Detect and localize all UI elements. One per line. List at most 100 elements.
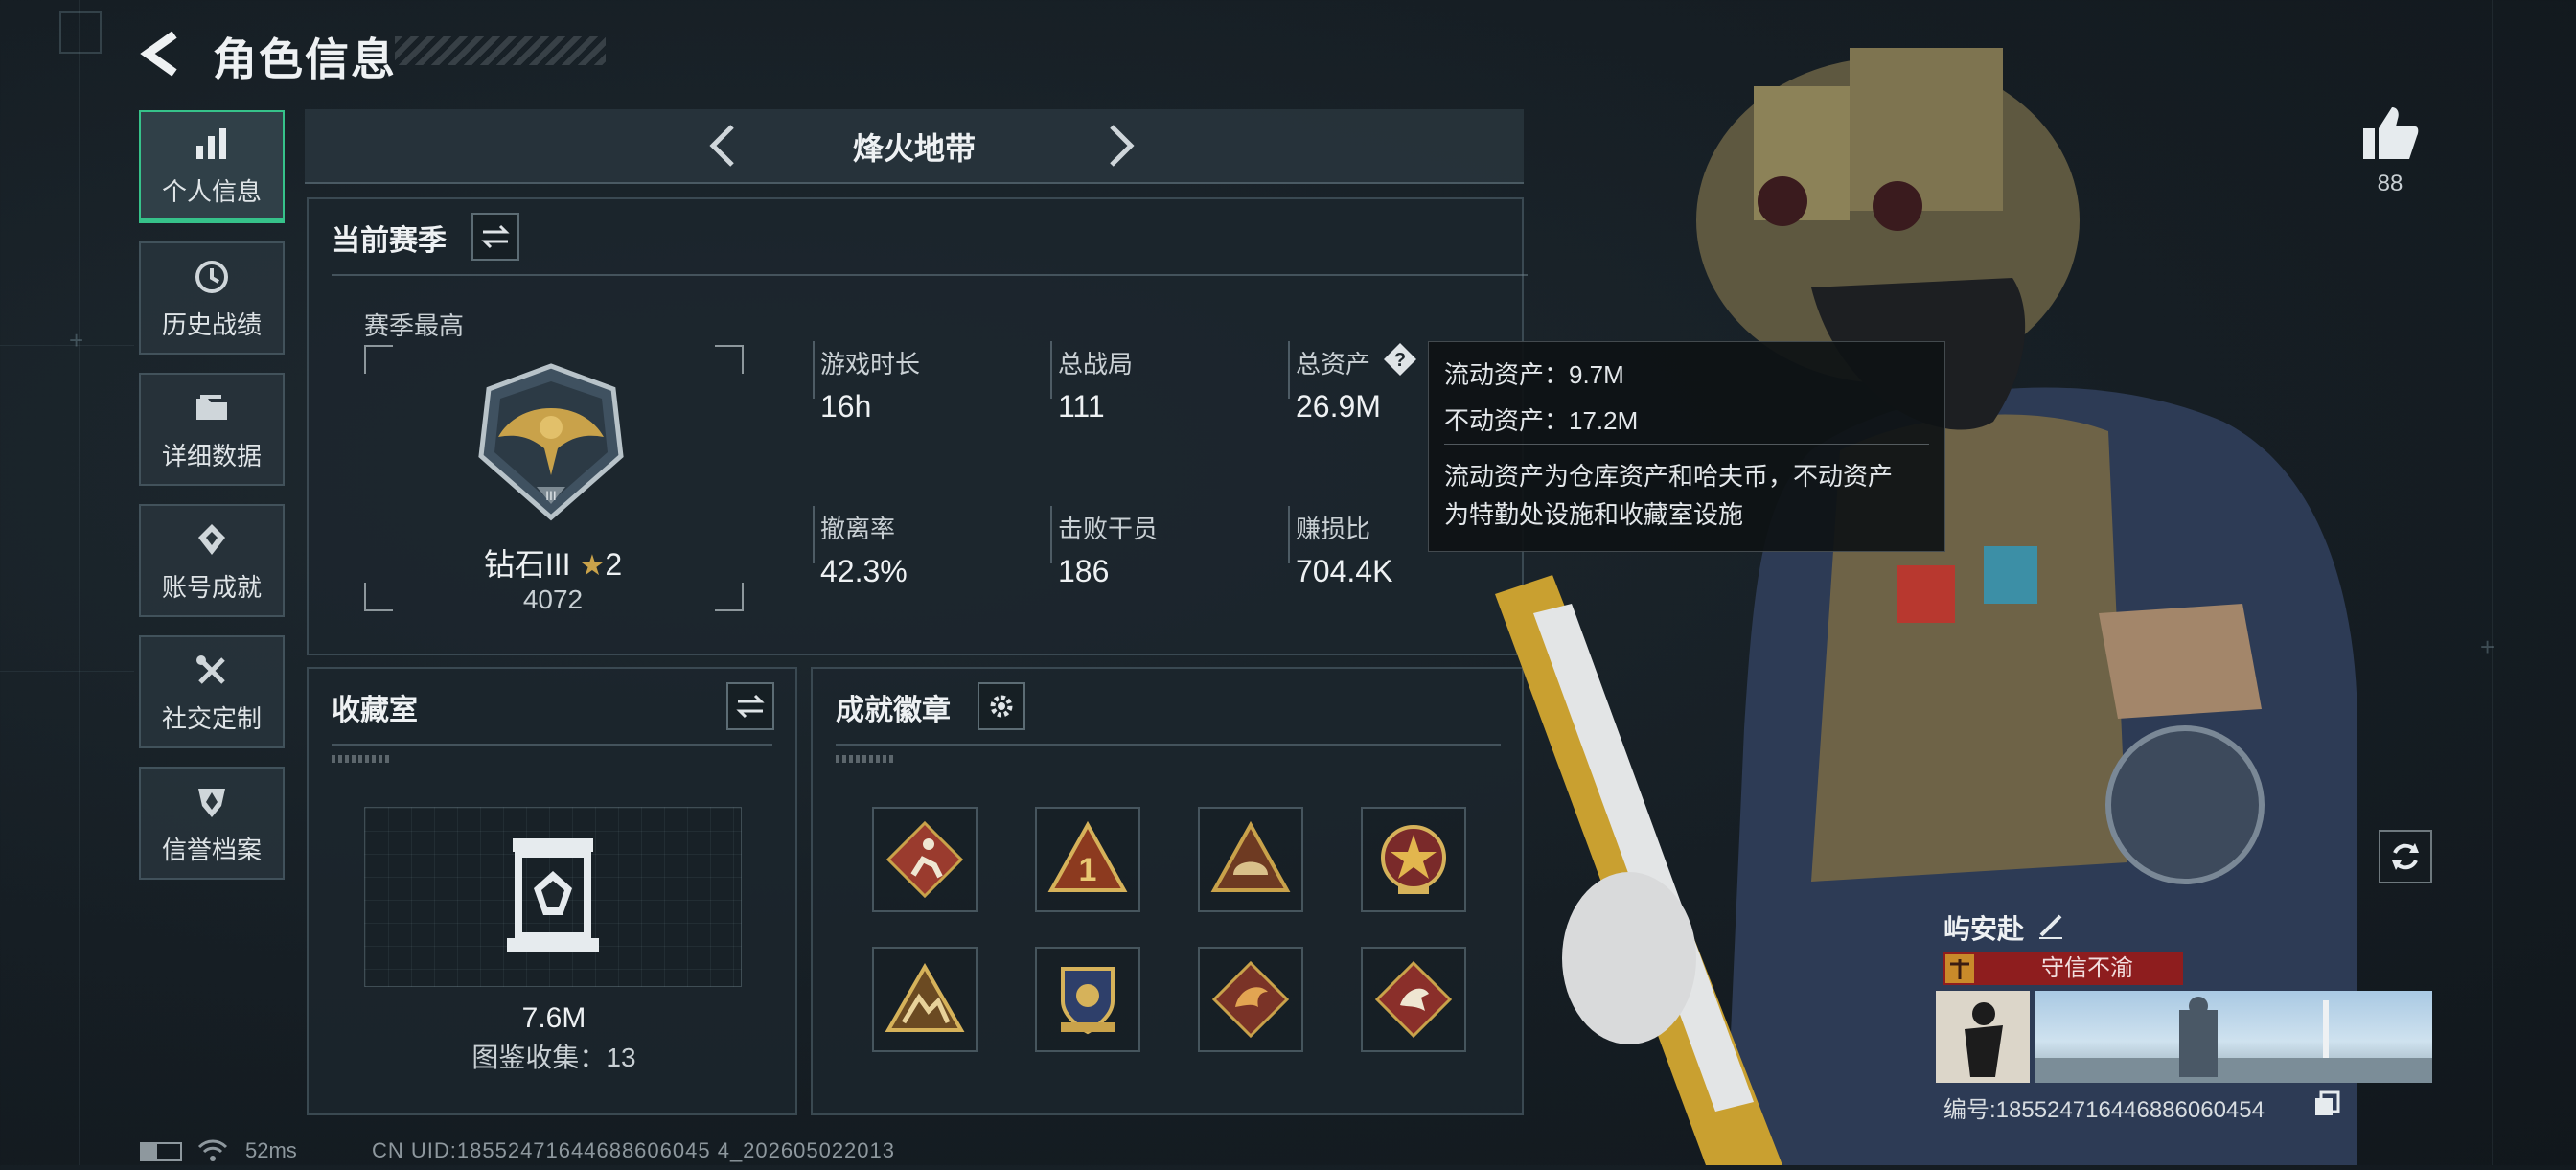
display-case-icon	[507, 838, 599, 952]
chevron-right-icon	[1110, 125, 1135, 167]
sidebar-item-label: 个人信息	[161, 177, 262, 206]
stat-separator	[813, 341, 815, 399]
badge-slot[interactable]: 1	[1035, 807, 1140, 912]
stat-value: 16h	[820, 389, 872, 424]
wifi-icon	[197, 1138, 228, 1163]
swap-arrows-icon	[736, 694, 765, 719]
like-button[interactable]	[2359, 103, 2421, 165]
collection-value: 7.6M	[521, 1002, 586, 1034]
bg-grid-line	[2492, 0, 2493, 1165]
badge-slot[interactable]	[1198, 807, 1303, 912]
sidebar-item-social[interactable]: 社交定制	[139, 635, 285, 748]
bg-corner-square	[59, 11, 102, 54]
season-switch-button[interactable]	[472, 213, 519, 261]
player-id: 编号:1855247164468860604​54	[1944, 1090, 2265, 1124]
sidebar-item-history[interactable]: 历史战绩	[139, 241, 285, 355]
season-title: 当前赛季	[332, 225, 447, 257]
collection-switch-button[interactable]	[726, 682, 774, 730]
runner-badge-icon	[886, 820, 964, 899]
player-portrait[interactable]	[1936, 991, 2030, 1083]
svg-text:III: III	[545, 488, 557, 503]
collection-panel[interactable]: 收藏室 7.6M 图鉴收集：13	[307, 667, 797, 1115]
stat-value: 186	[1058, 554, 1110, 588]
badges-panel: 成就徽章 1	[811, 667, 1524, 1115]
badges-settings-button[interactable]	[978, 682, 1025, 730]
sidebar-item-label: 账号成就	[161, 572, 262, 602]
bg-grid-line	[0, 671, 134, 672]
shield-emblem-icon	[191, 781, 233, 823]
stat-separator	[813, 506, 815, 563]
player-name: 屿安赴	[1944, 908, 2024, 947]
tooltip-desc-line: 流动资产为仓库资产和哈夫币，不动资产	[1444, 462, 1894, 491]
frame-corner	[715, 345, 744, 374]
bg-cross-mark: +	[2480, 632, 2496, 661]
edit-name-button[interactable]	[2036, 908, 2068, 941]
frame-corner	[364, 345, 393, 374]
tooltip-divider	[1444, 444, 1929, 445]
sidebar-item-label: 社交定制	[161, 703, 262, 733]
panel-tag	[836, 755, 893, 763]
mountain-badge-icon	[885, 962, 965, 1032]
stat-value: 26.9M	[1296, 389, 1381, 424]
rank-name: 钻石III	[483, 547, 571, 582]
thumbs-up-icon	[2363, 107, 2419, 159]
stat-separator	[1288, 506, 1290, 563]
stat-label: 撤离率	[820, 515, 896, 543]
star-cross-badge-icon	[1381, 825, 1446, 894]
badge-slot[interactable]	[1035, 947, 1140, 1052]
stat-label: 总战局	[1058, 350, 1134, 379]
rank-stars: 2	[605, 547, 623, 582]
sidebar-item-reputation[interactable]: 信誉档案	[139, 767, 285, 880]
sidebar-item-achievements[interactable]: 账号成就	[139, 504, 285, 617]
gear-icon	[990, 695, 1013, 718]
stat-label: 总资产	[1296, 350, 1371, 379]
stat-label: 游戏时长	[820, 350, 921, 379]
stat-label: 赚损比	[1296, 515, 1371, 543]
number-one-badge-icon: 1	[1047, 820, 1128, 892]
helmet-badge-icon	[1210, 820, 1291, 892]
mode-name: 烽火地带	[852, 131, 976, 166]
tooltip-fixed-assets: 不动资产：17.2M	[1444, 406, 1639, 435]
shield-crest-badge-icon	[1061, 967, 1115, 1035]
bg-grid-line	[79, 0, 80, 1165]
player-title: 守信不渝	[2041, 955, 2133, 981]
tooltip-liquid-assets: 流动资产：9.7M	[1444, 360, 1624, 389]
assets-tooltip: 流动资产：9.7M 不动资产：17.2M 流动资产为仓库资产和哈夫币，不动资产 …	[1428, 341, 1945, 552]
badge-slot[interactable]	[872, 807, 978, 912]
player-banner[interactable]	[2036, 991, 2432, 1083]
stat-value: 111	[1058, 389, 1105, 424]
copy-id-button[interactable]	[2313, 1090, 2340, 1117]
stat-value: 704.4K	[1296, 554, 1393, 588]
star-icon: ★	[579, 550, 606, 582]
assets-help-button[interactable]: ?	[1382, 341, 1418, 378]
tooltip-desc-line: 为特勤处设施和收藏室设施	[1444, 500, 1744, 529]
stat-label: 击败干员	[1058, 515, 1159, 543]
bird-badge-icon	[1374, 960, 1453, 1039]
stat-separator	[1288, 341, 1290, 399]
mode-selector: 烽火地带	[305, 109, 1524, 184]
divider	[836, 744, 1501, 746]
network-ping: 52ms	[245, 1138, 297, 1162]
next-mode-button[interactable]	[1092, 119, 1146, 172]
badge-slot[interactable]	[872, 947, 978, 1052]
tools-icon	[191, 650, 233, 692]
divider	[332, 744, 772, 746]
badge-slot[interactable]	[1198, 947, 1303, 1052]
page-title: 角色信息	[213, 34, 397, 84]
stat-separator	[1050, 341, 1052, 399]
sidebar-item-details[interactable]: 详细数据	[139, 373, 285, 486]
refresh-button[interactable]	[2379, 830, 2432, 883]
back-button[interactable]	[134, 25, 192, 82]
badge-slot[interactable]	[1361, 947, 1466, 1052]
collection-count: 图鉴收集：13	[472, 1043, 636, 1072]
copy-icon	[2315, 1090, 2340, 1115]
sidebar-item-profile[interactable]: 个人信息	[139, 110, 285, 223]
back-arrow-icon	[140, 31, 177, 77]
badge-slot[interactable]	[1361, 807, 1466, 912]
banner-scene-image	[2036, 997, 2432, 1083]
divider	[332, 274, 1528, 276]
history-clock-icon	[191, 256, 233, 298]
bg-grid-line	[0, 345, 134, 346]
battery-icon	[140, 1142, 182, 1161]
pencil-icon	[2039, 914, 2062, 939]
